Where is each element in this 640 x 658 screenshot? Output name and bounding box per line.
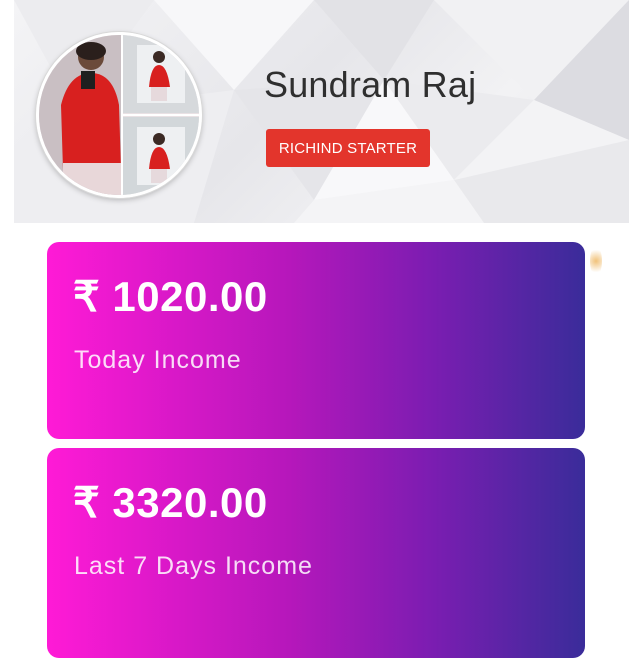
today-income-label: Today Income	[74, 346, 242, 374]
avatar-photo-icon	[39, 35, 199, 195]
profile-avatar[interactable]	[36, 32, 202, 198]
today-income-card[interactable]: ₹ 1020.00 Today Income	[47, 242, 585, 439]
edge-glint	[590, 246, 602, 276]
rank-badge: RICHIND STARTER	[266, 129, 430, 167]
last-7-days-income-label: Last 7 Days Income	[74, 552, 313, 580]
user-name: Sundram Raj	[264, 64, 477, 105]
last-7-days-income-card[interactable]: ₹ 3320.00 Last 7 Days Income	[47, 448, 585, 658]
profile-header: Sundram Raj RICHIND STARTER	[14, 0, 629, 223]
today-income-amount: ₹ 1020.00	[73, 273, 268, 320]
last-7-days-income-amount: ₹ 3320.00	[73, 479, 268, 526]
